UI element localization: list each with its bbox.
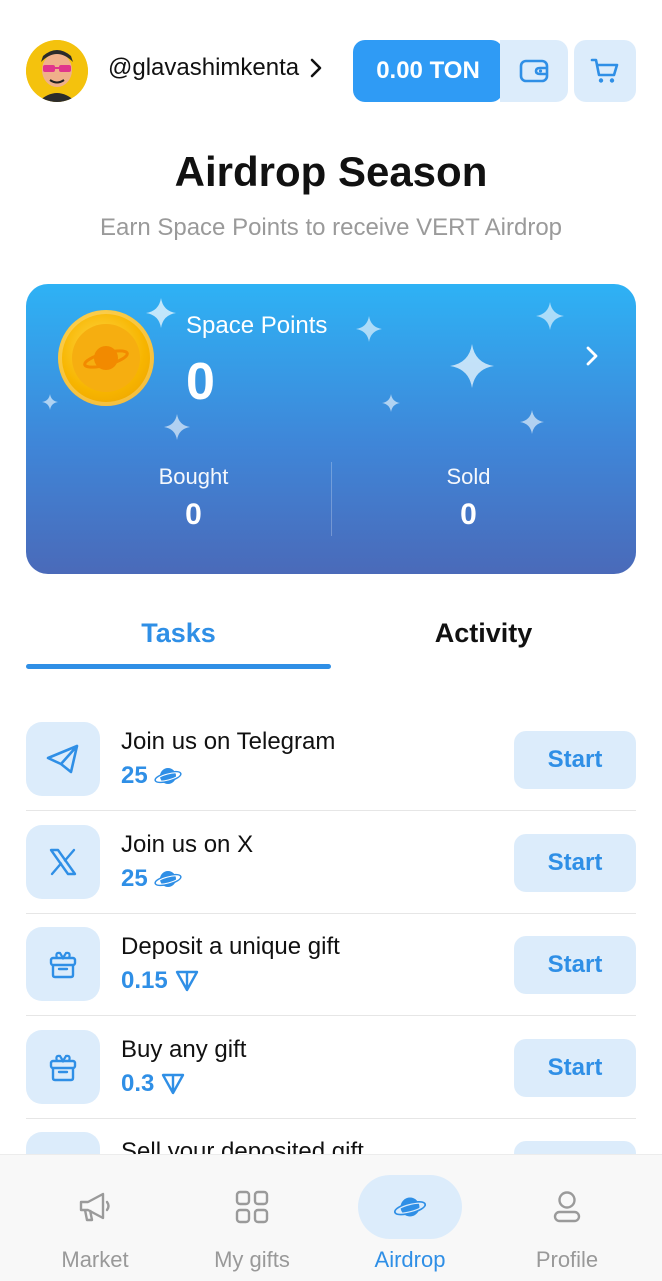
page-title: Airdrop Season xyxy=(174,148,488,195)
nav-label: Market xyxy=(61,1247,129,1272)
start-button[interactable]: Start xyxy=(514,731,636,789)
tab-tasks[interactable]: Tasks xyxy=(26,618,331,649)
task-icon-box xyxy=(26,825,100,899)
task-title: Join us on X xyxy=(121,831,254,858)
task-row: Join us on X 25 Start xyxy=(26,825,636,927)
space-points-card[interactable]: Space Points 0 Bought 0 Sold 0 xyxy=(26,284,636,574)
task-title: Join us on Telegram xyxy=(121,728,336,755)
task-row: Join us on Telegram 25 Start xyxy=(26,722,636,824)
task-reward: 25 xyxy=(121,865,182,893)
nav-my-gifts[interactable]: My gifts xyxy=(177,1175,327,1273)
task-row: Buy any gift 0.3 Start xyxy=(26,1030,636,1132)
chevron-right-icon xyxy=(310,58,322,78)
task-row: Deposit a unique gift 0.15 Start xyxy=(26,927,636,1029)
start-button[interactable]: Start xyxy=(514,834,636,892)
task-reward-value: 25 xyxy=(121,865,148,892)
row-divider xyxy=(26,810,636,811)
planet-icon xyxy=(393,1197,427,1217)
task-icon-box xyxy=(26,1030,100,1104)
task-reward-value: 0.3 xyxy=(121,1070,155,1097)
balance-button[interactable]: 0.00 TON xyxy=(353,40,503,102)
start-button[interactable]: Start xyxy=(514,936,636,994)
chevron-right-icon[interactable] xyxy=(584,344,600,368)
sold-stat: Sold 0 xyxy=(316,464,621,532)
gift-icon xyxy=(49,1054,77,1082)
nav-airdrop[interactable]: Airdrop xyxy=(335,1175,485,1273)
page-subtitle: Earn Space Points to receive VERT Airdro… xyxy=(99,214,563,241)
person-icon xyxy=(553,1191,581,1223)
cart-icon xyxy=(590,58,619,83)
sparkle-icon xyxy=(42,394,58,410)
tabs: Tasks Activity xyxy=(26,612,636,672)
tab-activity[interactable]: Activity xyxy=(331,618,636,649)
ton-icon xyxy=(175,970,198,992)
sold-value: 0 xyxy=(460,498,477,531)
avatar[interactable] xyxy=(26,40,88,102)
planet-icon xyxy=(154,871,182,887)
start-button[interactable]: Start xyxy=(514,1039,636,1097)
task-reward-value: 0.15 xyxy=(121,967,168,994)
wallet-button[interactable] xyxy=(500,40,568,102)
task-reward: 0.3 xyxy=(121,1070,186,1098)
nav-active-pill xyxy=(358,1175,462,1239)
sparkle-icon xyxy=(382,394,400,412)
active-tab-indicator xyxy=(26,664,331,669)
nav-profile[interactable]: Profile xyxy=(492,1175,642,1273)
task-title: Buy any gift xyxy=(121,1036,247,1063)
nav-label: My gifts xyxy=(214,1247,290,1272)
gift-icon xyxy=(49,951,77,979)
space-points-label: Space Points xyxy=(186,312,328,339)
header: @glavashimkenta 0.00 TON xyxy=(26,40,636,102)
sparkle-icon xyxy=(356,316,382,342)
space-coin-icon xyxy=(58,310,154,406)
row-divider xyxy=(26,1118,636,1119)
grid-icon xyxy=(235,1190,269,1224)
bought-stat: Bought 0 xyxy=(41,464,346,532)
bought-label: Bought xyxy=(158,464,229,489)
row-divider xyxy=(26,913,636,914)
bottom-nav: Market My gifts Airdrop Profile xyxy=(0,1154,662,1281)
bought-value: 0 xyxy=(185,498,202,531)
sparkle-icon xyxy=(520,410,544,434)
task-reward: 25 xyxy=(121,762,182,790)
task-title: Deposit a unique gift xyxy=(121,933,340,960)
task-reward-value: 25 xyxy=(121,762,148,789)
sparkle-icon xyxy=(450,344,494,388)
balance-text: 0.00 TON xyxy=(376,57,480,84)
username-text: @glavashimkenta xyxy=(108,54,300,81)
nav-label: Profile xyxy=(535,1247,599,1272)
username-link[interactable]: @glavashimkenta xyxy=(108,54,323,82)
megaphone-icon xyxy=(79,1192,110,1222)
space-points-value: 0 xyxy=(186,353,215,411)
task-icon-box xyxy=(26,722,100,796)
row-divider xyxy=(26,1015,636,1016)
sparkle-icon xyxy=(146,298,176,328)
nav-market[interactable]: Market xyxy=(20,1175,170,1273)
ton-icon xyxy=(162,1073,185,1095)
nav-label: Airdrop xyxy=(374,1247,446,1272)
telegram-icon xyxy=(46,744,79,774)
sold-label: Sold xyxy=(446,464,491,489)
x-icon xyxy=(49,848,77,876)
sparkle-icon xyxy=(536,302,564,330)
sparkle-icon xyxy=(164,414,190,440)
planet-icon xyxy=(154,768,182,784)
task-icon-box xyxy=(26,927,100,1001)
wallet-icon xyxy=(519,59,549,83)
task-reward: 0.15 xyxy=(121,967,200,995)
cart-button[interactable] xyxy=(574,40,636,102)
